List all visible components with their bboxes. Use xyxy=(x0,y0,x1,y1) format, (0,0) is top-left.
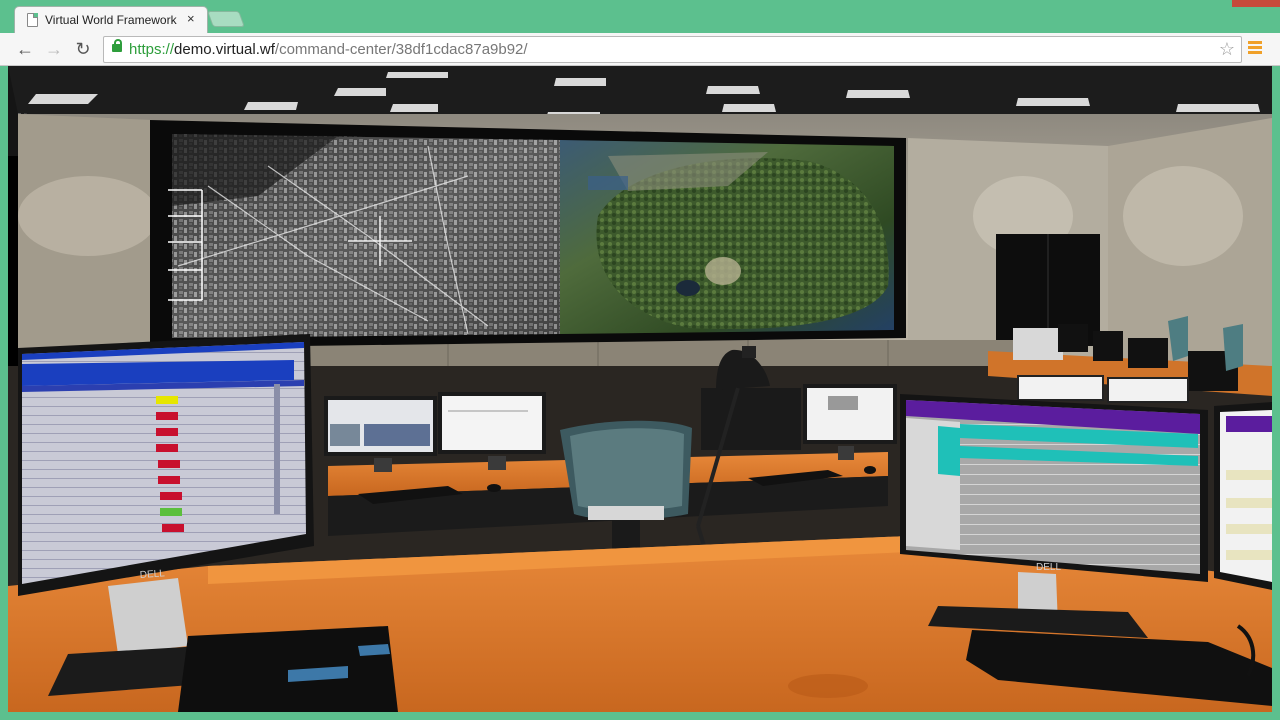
tab-strip: Virtual World Framework × xyxy=(0,0,1280,34)
command-center-scene: DELL DELL xyxy=(8,66,1272,712)
lock-icon xyxy=(112,39,122,52)
forward-button[interactable]: → xyxy=(43,38,65,60)
reload-button[interactable]: ↻ xyxy=(72,38,94,60)
new-tab-button[interactable] xyxy=(207,11,245,27)
tab-title: Virtual World Framework xyxy=(45,13,177,27)
bookmark-star-icon[interactable]: ☆ xyxy=(1219,37,1235,62)
window-close-button[interactable] xyxy=(1232,0,1280,7)
browser-toolbar: ← → ↻ https://demo.virtual.wf/command-ce… xyxy=(0,33,1280,66)
tab-close-icon[interactable]: × xyxy=(187,11,195,26)
computer-tower xyxy=(178,626,398,712)
video-wall xyxy=(150,120,906,348)
monitor-brand: DELL xyxy=(1036,562,1061,573)
tab-virtual-world-framework[interactable]: Virtual World Framework × xyxy=(14,6,208,34)
url-text: https://demo.virtual.wf/command-center/3… xyxy=(129,41,528,58)
3d-viewport[interactable]: DELL DELL xyxy=(8,66,1272,712)
chrome-menu-icon[interactable] xyxy=(1248,41,1262,57)
page-icon xyxy=(27,13,38,27)
back-button[interactable]: ← xyxy=(14,38,36,60)
edge-monitor xyxy=(1214,402,1272,590)
monitor-brand: DELL xyxy=(139,568,165,581)
address-bar[interactable]: https://demo.virtual.wf/command-center/3… xyxy=(103,36,1242,63)
